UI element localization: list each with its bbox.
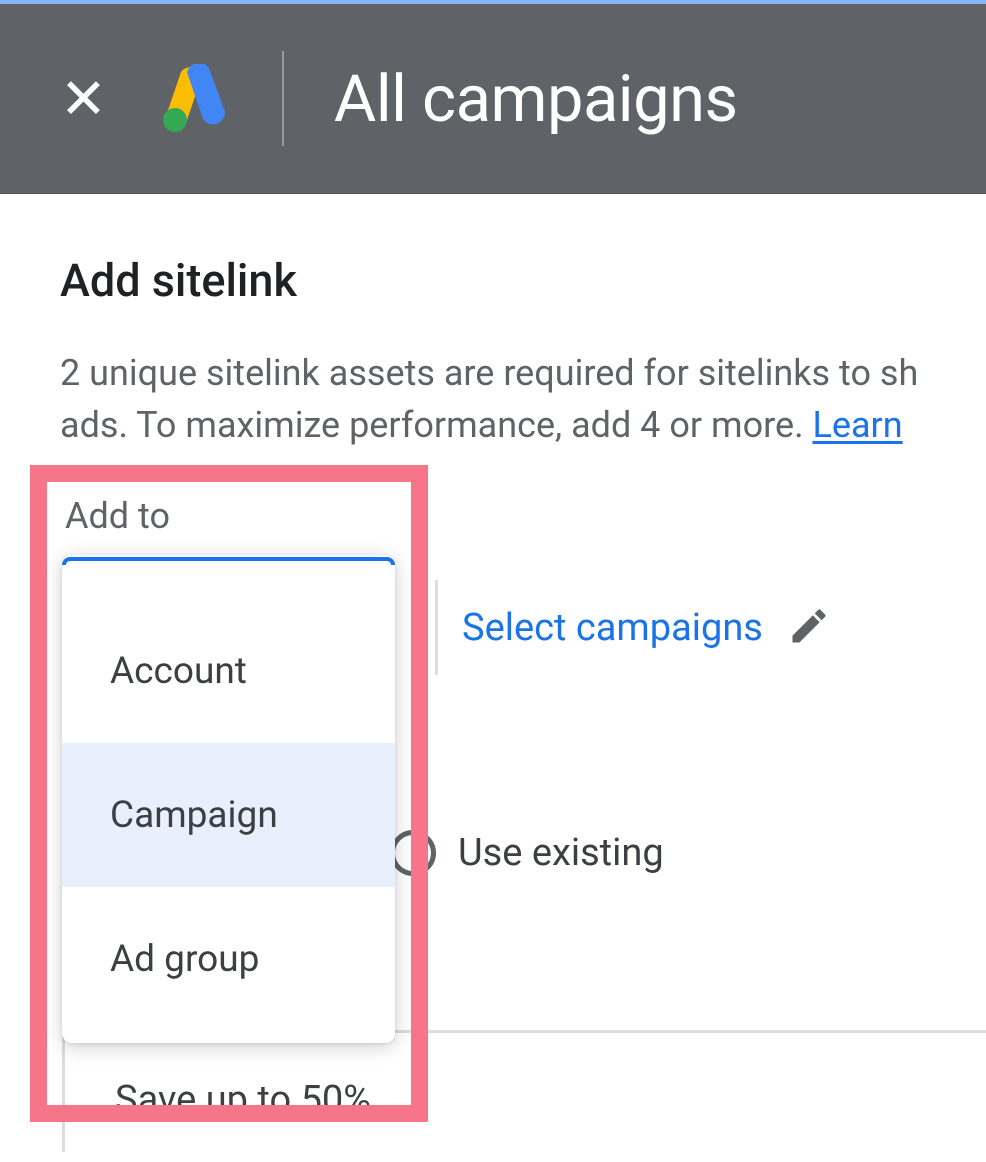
vertical-divider (435, 580, 438, 675)
dropdown-option-label: Ad group (110, 938, 259, 981)
dropdown-option-label: Campaign (110, 794, 278, 837)
dropdown-option-label: Account (110, 650, 247, 693)
header-divider (282, 51, 284, 146)
select-campaigns-link[interactable]: Select campaigns (462, 606, 763, 650)
page-description: 2 unique sitelink assets are required fo… (60, 347, 926, 451)
add-to-dropdown[interactable]: Account Campaign Ad group (62, 555, 395, 1043)
learn-more-link[interactable]: Learn (812, 404, 902, 446)
page-title: Add sitelink (60, 254, 926, 307)
description-line2: ads. To maximize performance, add 4 or m… (60, 404, 812, 446)
google-ads-logo-icon (157, 64, 232, 134)
card-left-edge (62, 1030, 65, 1152)
header-bar: ✕ All campaigns (0, 4, 986, 194)
content-area: Add sitelink 2 unique sitelink assets ar… (0, 194, 986, 451)
breadcrumb-title: All campaigns (334, 61, 738, 137)
description-line1: 2 unique sitelink assets are required fo… (60, 352, 918, 394)
use-existing-radio-row: Use existing (390, 830, 664, 876)
use-existing-radio[interactable] (390, 830, 436, 876)
dropdown-option-ad-group[interactable]: Ad group (62, 887, 395, 1031)
dropdown-option-campaign[interactable]: Campaign (62, 743, 395, 887)
use-existing-label: Use existing (458, 831, 664, 875)
dropdown-focus-edge (62, 557, 395, 565)
sitelink-preview-text: Save up to 50% (115, 1078, 371, 1122)
dropdown-option-account[interactable]: Account (62, 599, 395, 743)
select-campaigns-row: Select campaigns (435, 580, 831, 675)
close-icon[interactable]: ✕ (60, 71, 107, 127)
pencil-icon[interactable] (787, 604, 831, 652)
add-to-label: Add to (65, 495, 170, 537)
